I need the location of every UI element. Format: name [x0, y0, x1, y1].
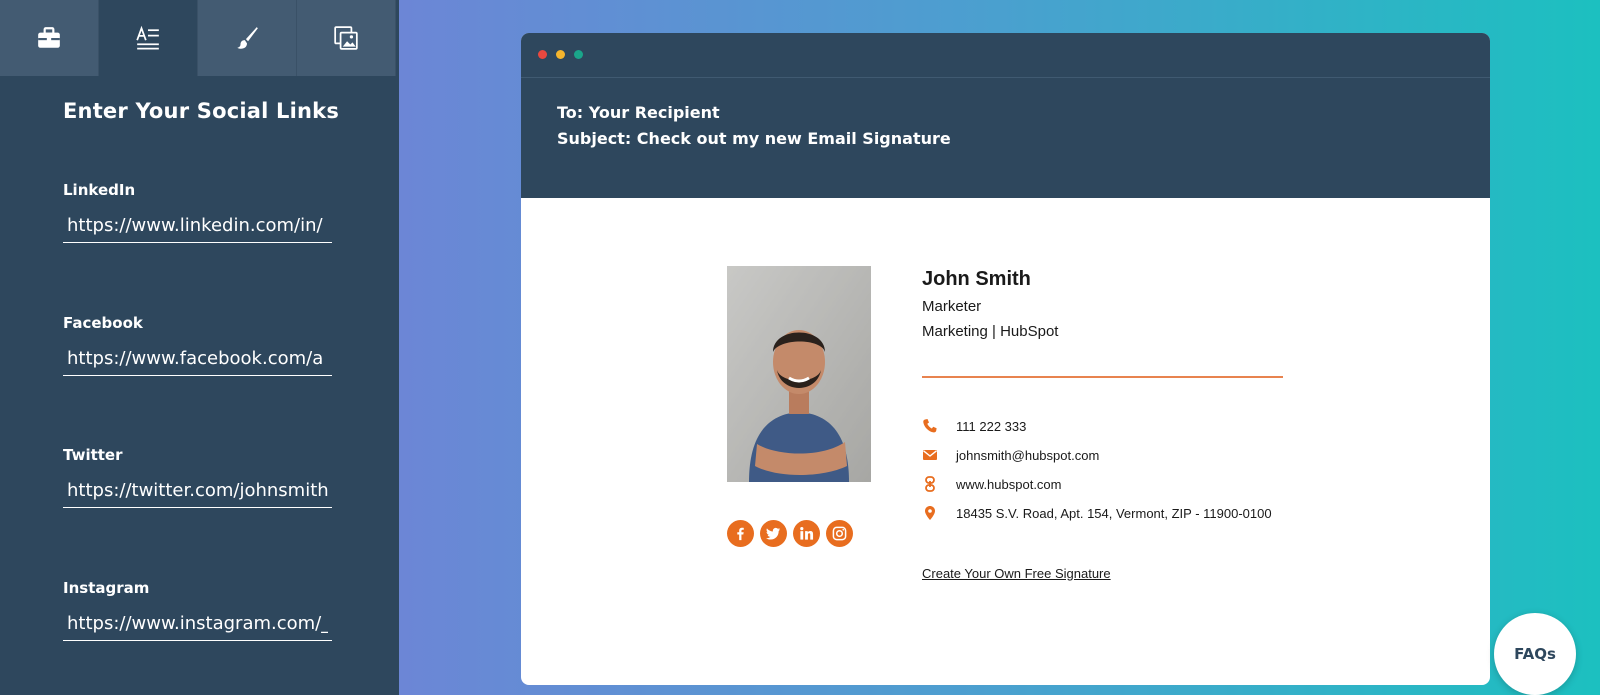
window-close-dot — [538, 50, 547, 59]
paintbrush-icon — [237, 27, 258, 49]
social-links-title: Enter Your Social Links — [63, 99, 340, 123]
sidebar-tabs — [0, 0, 399, 76]
location-pin-icon — [925, 506, 935, 520]
tab-images[interactable] — [297, 0, 396, 76]
instagram-input[interactable] — [63, 607, 332, 641]
contact-phone-text: 111 222 333 — [956, 418, 1027, 434]
faqs-button[interactable]: FAQs — [1494, 613, 1576, 695]
instagram-field: Instagram — [63, 579, 332, 641]
twitter-input[interactable] — [63, 474, 332, 508]
contact-website: www.hubspot.com — [922, 476, 1062, 492]
email-to: To: Your Recipient — [557, 103, 720, 122]
window-maximize-dot — [574, 50, 583, 59]
linkedin-input[interactable] — [63, 209, 332, 243]
social-icons — [727, 520, 853, 547]
linkedin-icon[interactable] — [793, 520, 820, 547]
window-title-bar — [521, 33, 1490, 78]
tab-templates[interactable] — [0, 0, 99, 76]
tab-styling[interactable] — [198, 0, 297, 76]
linkedin-label: LinkedIn — [63, 181, 136, 199]
facebook-label: Facebook — [63, 314, 143, 332]
sidebar: Enter Your Social Links LinkedIn Faceboo… — [0, 0, 399, 695]
signature-divider — [922, 376, 1283, 378]
create-signature-link[interactable]: Create Your Own Free Signature — [922, 566, 1111, 581]
text-format-icon — [136, 25, 159, 50]
email-header: To: Your Recipient Subject: Check out my… — [521, 78, 1490, 198]
signature-name: John Smith — [922, 268, 1031, 290]
image-icon — [334, 26, 358, 50]
facebook-field: Facebook — [63, 314, 332, 376]
twitter-label: Twitter — [63, 446, 123, 464]
signature-title: Marketer — [922, 298, 982, 315]
briefcase-icon — [38, 27, 60, 48]
twitter-field: Twitter — [63, 446, 332, 508]
twitter-icon[interactable] — [760, 520, 787, 547]
contact-address: 18435 S.V. Road, Apt. 154, Vermont, ZIP … — [922, 505, 1272, 521]
instagram-label: Instagram — [63, 579, 150, 597]
facebook-input[interactable] — [63, 342, 332, 376]
contact-website-text: www.hubspot.com — [956, 476, 1062, 492]
contact-email: johnsmith@hubspot.com — [922, 447, 1099, 463]
mail-icon — [923, 450, 937, 460]
email-preview-window: To: Your Recipient Subject: Check out my… — [521, 33, 1490, 685]
facebook-icon[interactable] — [727, 520, 754, 547]
instagram-icon[interactable] — [826, 520, 853, 547]
contact-phone: 111 222 333 — [922, 418, 1026, 434]
phone-icon — [923, 419, 937, 433]
contact-email-text: johnsmith@hubspot.com — [956, 447, 1100, 463]
contact-address-text: 18435 S.V. Road, Apt. 154, Vermont, ZIP … — [956, 505, 1272, 521]
tab-general-info[interactable] — [99, 0, 198, 76]
email-subject: Subject: Check out my new Email Signatur… — [557, 129, 951, 148]
linkedin-field: LinkedIn — [63, 181, 332, 243]
signature-company: Marketing | HubSpot — [922, 323, 1059, 340]
profile-photo — [727, 266, 871, 482]
window-minimize-dot — [556, 50, 565, 59]
link-icon — [925, 476, 935, 492]
